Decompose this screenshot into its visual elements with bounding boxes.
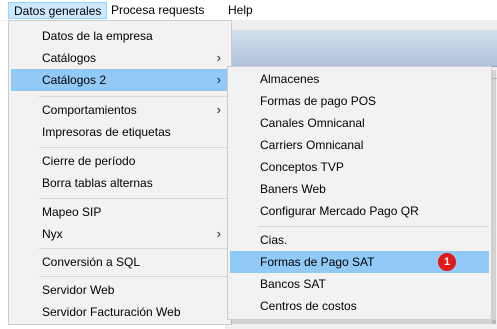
step-number-badge: 1 bbox=[438, 253, 456, 271]
menu-bar: Datos generales Procesa requests Help bbox=[0, 0, 497, 21]
menu-item-conversion-sql[interactable]: Conversión a SQL bbox=[11, 251, 229, 273]
chevron-right-icon: › bbox=[216, 72, 221, 87]
menu-item-datos-empresa[interactable]: Datos de la empresa bbox=[11, 25, 229, 47]
submenu-item-carriers-omnicanal[interactable]: Carriers Omnicanal bbox=[230, 134, 489, 156]
menu-separator bbox=[39, 96, 229, 97]
submenu-item-baners-web[interactable]: Baners Web bbox=[230, 178, 489, 200]
chevron-right-icon: › bbox=[216, 50, 221, 65]
menu-separator bbox=[39, 198, 229, 199]
background-toolbar bbox=[225, 30, 497, 67]
submenu-item-label: Carriers Omnicanal bbox=[260, 138, 364, 152]
catalogos-2-submenu: Almacenes Formas de pago POS Canales Omn… bbox=[227, 66, 492, 320]
submenu-item-label: Bancos SAT bbox=[260, 277, 326, 291]
menu-item-label: Comportamientos bbox=[42, 103, 137, 117]
menu-datos-generales[interactable]: Datos generales bbox=[8, 2, 108, 19]
menu-item-label: Cierre de período bbox=[42, 154, 136, 168]
submenu-item-label: Almacenes bbox=[260, 72, 320, 86]
menu-item-label: Nyx bbox=[42, 227, 63, 241]
submenu-item-centros-costos[interactable]: Centros de costos bbox=[230, 295, 489, 317]
menu-item-label: Catálogos 2 bbox=[42, 73, 107, 87]
menu-item-comportamientos[interactable]: Comportamientos › bbox=[11, 99, 229, 121]
submenu-item-cias[interactable]: Cias. bbox=[230, 229, 489, 251]
menu-separator bbox=[39, 147, 229, 148]
menu-item-label: Datos de la empresa bbox=[42, 29, 153, 43]
menu-item-cierre-periodo[interactable]: Cierre de período bbox=[11, 150, 229, 172]
submenu-item-canales-omnicanal[interactable]: Canales Omnicanal bbox=[230, 112, 489, 134]
submenu-item-label: Baners Web bbox=[260, 182, 326, 196]
submenu-shadow bbox=[492, 70, 496, 324]
menu-separator bbox=[39, 248, 229, 249]
menu-item-nyx[interactable]: Nyx › bbox=[11, 223, 229, 245]
menu-item-label: Conversión a SQL bbox=[42, 255, 141, 269]
menu-separator bbox=[258, 226, 489, 227]
submenu-item-label: Configurar Mercado Pago QR bbox=[260, 204, 419, 218]
submenu-item-bancos-sat[interactable]: Bancos SAT bbox=[230, 273, 489, 295]
menu-item-label: Borra tablas alternas bbox=[42, 176, 153, 190]
menu-separator bbox=[39, 276, 229, 277]
menu-item-label: Catálogos bbox=[42, 51, 97, 65]
menu-procesa-requests[interactable]: Procesa requests bbox=[106, 2, 209, 19]
submenu-item-conceptos-tvp[interactable]: Conceptos TVP bbox=[230, 156, 489, 178]
submenu-item-mercado-pago-qr[interactable]: Configurar Mercado Pago QR bbox=[230, 200, 489, 222]
menu-item-impresoras-etiquetas[interactable]: Impresoras de etiquetas bbox=[11, 121, 229, 143]
menu-item-label: Servidor Web bbox=[42, 283, 115, 297]
menu-item-label: Mapeo SIP bbox=[42, 205, 102, 219]
submenu-item-almacenes[interactable]: Almacenes bbox=[230, 68, 489, 90]
submenu-item-label: Formas de pago POS bbox=[260, 94, 377, 108]
submenu-item-label: Cias. bbox=[260, 233, 288, 247]
menu-item-borra-tablas[interactable]: Borra tablas alternas bbox=[11, 172, 229, 194]
menu-item-mapeo-sip[interactable]: Mapeo SIP bbox=[11, 201, 229, 223]
menu-item-servidor-facturacion-web[interactable]: Servidor Facturación Web bbox=[11, 301, 229, 323]
submenu-shadow bbox=[231, 320, 496, 324]
submenu-item-label: Canales Omnicanal bbox=[260, 116, 365, 130]
menu-item-label: Servidor Facturación Web bbox=[42, 305, 181, 319]
menu-item-servidor-web[interactable]: Servidor Web bbox=[11, 279, 229, 301]
menu-help[interactable]: Help bbox=[223, 2, 258, 19]
menu-item-catalogos[interactable]: Catálogos › bbox=[11, 47, 229, 69]
submenu-item-label: Conceptos TVP bbox=[260, 160, 344, 174]
chevron-right-icon: › bbox=[216, 226, 221, 241]
submenu-item-formas-pago-sat[interactable]: Formas de Pago SAT 1 bbox=[230, 251, 489, 273]
chevron-right-icon: › bbox=[216, 102, 221, 117]
datos-generales-menu: Datos de la empresa Catálogos › Catálogo… bbox=[8, 20, 232, 325]
menu-item-catalogos-2[interactable]: Catálogos 2 › bbox=[11, 69, 229, 91]
submenu-item-label: Formas de Pago SAT bbox=[260, 255, 375, 269]
submenu-item-label: Centros de costos bbox=[260, 299, 357, 313]
menu-item-label: Impresoras de etiquetas bbox=[42, 125, 171, 139]
submenu-item-formas-pago-pos[interactable]: Formas de pago POS bbox=[230, 90, 489, 112]
